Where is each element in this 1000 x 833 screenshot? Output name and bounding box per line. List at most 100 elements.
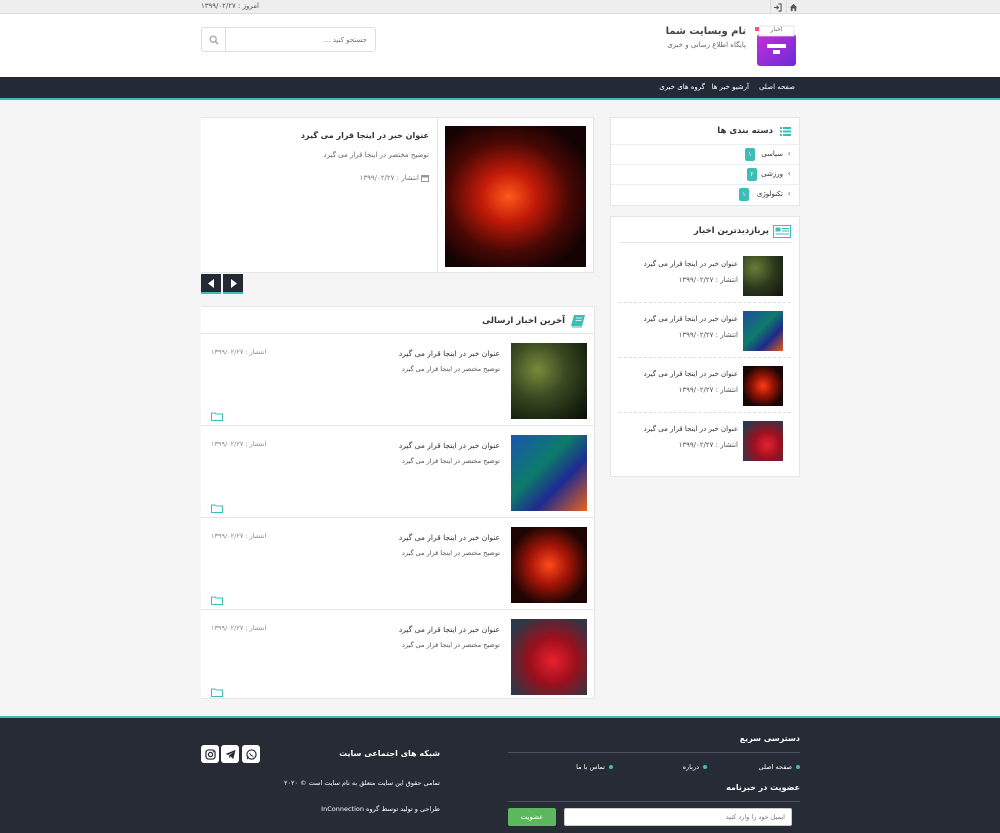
featured-date: انتشار : ۱۳۹۹/۰۲/۲۷ [359,174,419,182]
telegram-button[interactable] [221,745,239,763]
site-header: اخبار نام وبسایت شما پایگاه اطلاع رسانی … [0,14,1000,77]
main-nav: صفحه اصلی آرشیو خبر ها گروه های خبری [0,77,1000,100]
chevron-left-icon: ‹ [787,189,791,198]
popular-item[interactable]: عنوان خبر در اینجا قرار می گیرد انتشار :… [619,248,791,303]
newspaper-icon [773,225,791,238]
category-item-sports[interactable]: ‹ ورزشی ۲ [611,164,799,184]
news-title[interactable]: عنوان خبر در اینجا قرار می گیرد [399,533,500,542]
news-summary: توضیح مختصر در اینجا قرار می گیرد [402,549,500,557]
news-title[interactable]: عنوان خبر در اینجا قرار می گیرد [399,625,500,634]
news-thumbnail[interactable] [511,343,587,419]
news-date: انتشار : ۱۳۹۹/۰۲/۲۷ [678,276,738,284]
newsletter-email-input[interactable] [564,808,792,826]
site-tagline: پایگاه اطلاع رسانی و خبری [667,41,746,49]
list-icon [780,127,791,136]
search-box [201,27,376,52]
news-date: انتشار : ۱۳۹۹/۰۲/۲۷ [211,440,267,448]
news-thumbnail[interactable] [743,311,783,351]
featured-image[interactable] [445,126,586,267]
newsletter-title: عضویت در خبرنامه [726,783,800,792]
arrow-right-icon [230,278,237,288]
folder-icon[interactable] [211,688,223,697]
category-label: تکنولوژی [756,190,783,198]
news-summary: توضیح مختصر در اینجا قرار می گیرد [402,457,500,465]
footer-link-label: صفحه اصلی [758,763,792,771]
search-icon [208,34,219,45]
login-icon[interactable] [770,0,784,14]
news-thumbnail[interactable] [743,421,783,461]
logo-text: اخبار [770,26,783,33]
news-date: انتشار : ۱۳۹۹/۰۲/۲۷ [211,348,267,356]
category-label: ورزشی [761,170,783,178]
news-title[interactable]: عنوان خبر در اینجا قرار می گیرد [644,425,738,433]
news-thumbnail[interactable] [743,366,783,406]
site-logo[interactable]: اخبار [755,24,798,68]
news-date: انتشار : ۱۳۹۹/۰۲/۲۷ [211,532,267,540]
top-bar: امروز : ۱۳۹۹/۰۲/۲۷ [0,0,1000,14]
news-title[interactable]: عنوان خبر در اینجا قرار می گیرد [399,441,500,450]
category-item-politics[interactable]: ‹ سیاسی ۱ [611,144,799,164]
chevron-left-icon: ‹ [787,149,791,158]
categories-title: دسته بندی ها [717,126,773,136]
search-input[interactable] [226,28,375,51]
footer-link-label: درباره [682,763,699,771]
whatsapp-button[interactable] [242,745,260,763]
subscribe-button[interactable]: عضویت [508,808,556,826]
featured-summary: توضیح مختصر در اینجا قرار می گیرد [323,151,430,159]
social-title: شبکه های اجتماعی سایت [339,749,440,758]
footer-link-contact[interactable]: تماس با ما [576,763,613,771]
subscribe-label: عضویت [520,813,544,821]
news-list-item[interactable]: عنوان خبر در اینجا قرار می گیرد توضیح مخ… [201,426,594,518]
arrow-left-icon [207,278,214,288]
news-list-item[interactable]: عنوان خبر در اینجا قرار می گیرد توضیح مخ… [201,610,594,702]
category-count: ۲ [747,168,757,181]
folder-icon[interactable] [211,504,223,513]
popular-item[interactable]: عنوان خبر در اینجا قرار می گیرد انتشار :… [619,303,791,358]
nav-item-home[interactable]: صفحه اصلی [759,83,795,91]
news-summary: توضیح مختصر در اینجا قرار می گیرد [402,641,500,649]
news-date: انتشار : ۱۳۹۹/۰۲/۲۷ [678,331,738,339]
news-title[interactable]: عنوان خبر در اینجا قرار می گیرد [644,315,738,323]
quick-access-title: دسترسی سریع [739,734,800,743]
slider-prev-button[interactable] [201,274,221,294]
folder-icon[interactable] [211,412,223,421]
category-label: سیاسی [761,150,783,158]
home-icon[interactable] [786,0,800,14]
news-title[interactable]: عنوان خبر در اینجا قرار می گیرد [644,370,738,378]
search-button[interactable] [202,28,226,51]
news-date: انتشار : ۱۳۹۹/۰۲/۲۷ [678,386,738,394]
popular-title: پربازدیدترین اخبار [693,226,769,236]
news-thumbnail[interactable] [511,435,587,511]
category-count: ۱ [745,148,755,161]
calendar-icon [421,175,429,182]
whatsapp-icon [245,748,257,760]
nav-item-archive[interactable]: آرشیو خبر ها [712,83,750,91]
instagram-button[interactable] [201,745,219,763]
latest-news-title: آخرین اخبار ارسالی [482,316,565,326]
news-list-item[interactable]: عنوان خبر در اینجا قرار می گیرد توضیح مخ… [201,518,594,610]
nav-item-groups[interactable]: گروه های خبری [659,83,705,91]
folder-icon[interactable] [211,596,223,605]
footer-link-about[interactable]: درباره [683,763,707,771]
news-title[interactable]: عنوان خبر در اینجا قرار می گیرد [644,260,738,268]
news-thumbnail[interactable] [511,527,587,603]
credit-text[interactable]: طراحی و تولید توسط گروه InConnection [321,805,440,813]
telegram-icon [224,749,236,759]
categories-card: دسته بندی ها ‹ سیاسی ۱ ‹ ورزشی ۲ ‹ تکنول… [610,117,800,206]
footer-link-home[interactable]: صفحه اصلی [759,763,800,771]
news-list-item[interactable]: عنوان خبر در اینجا قرار می گیرد توضیح مخ… [201,334,594,426]
news-thumbnail[interactable] [743,256,783,296]
popular-item[interactable]: عنوان خبر در اینجا قرار می گیرد انتشار :… [619,358,791,413]
popular-item[interactable]: عنوان خبر در اینجا قرار می گیرد انتشار :… [619,413,791,468]
news-title[interactable]: عنوان خبر در اینجا قرار می گیرد [399,349,500,358]
news-date: انتشار : ۱۳۹۹/۰۲/۲۷ [211,624,267,632]
news-thumbnail[interactable] [511,619,587,695]
today-date: امروز : ۱۳۹۹/۰۲/۲۷ [201,2,259,10]
site-name[interactable]: نام وبسایت شما [666,26,746,37]
slider-next-button[interactable] [223,274,243,294]
instagram-icon [204,748,216,760]
featured-slider: عنوان خبر در اینجا قرار می گیرد توضیح مخ… [201,117,594,273]
category-item-technology[interactable]: ‹ تکنولوژی ۱ [611,184,799,204]
featured-title[interactable]: عنوان خبر در اینجا قرار می گیرد [301,131,429,140]
site-footer: دسترسی سریع صفحه اصلی درباره تماس با ما … [0,716,1000,833]
